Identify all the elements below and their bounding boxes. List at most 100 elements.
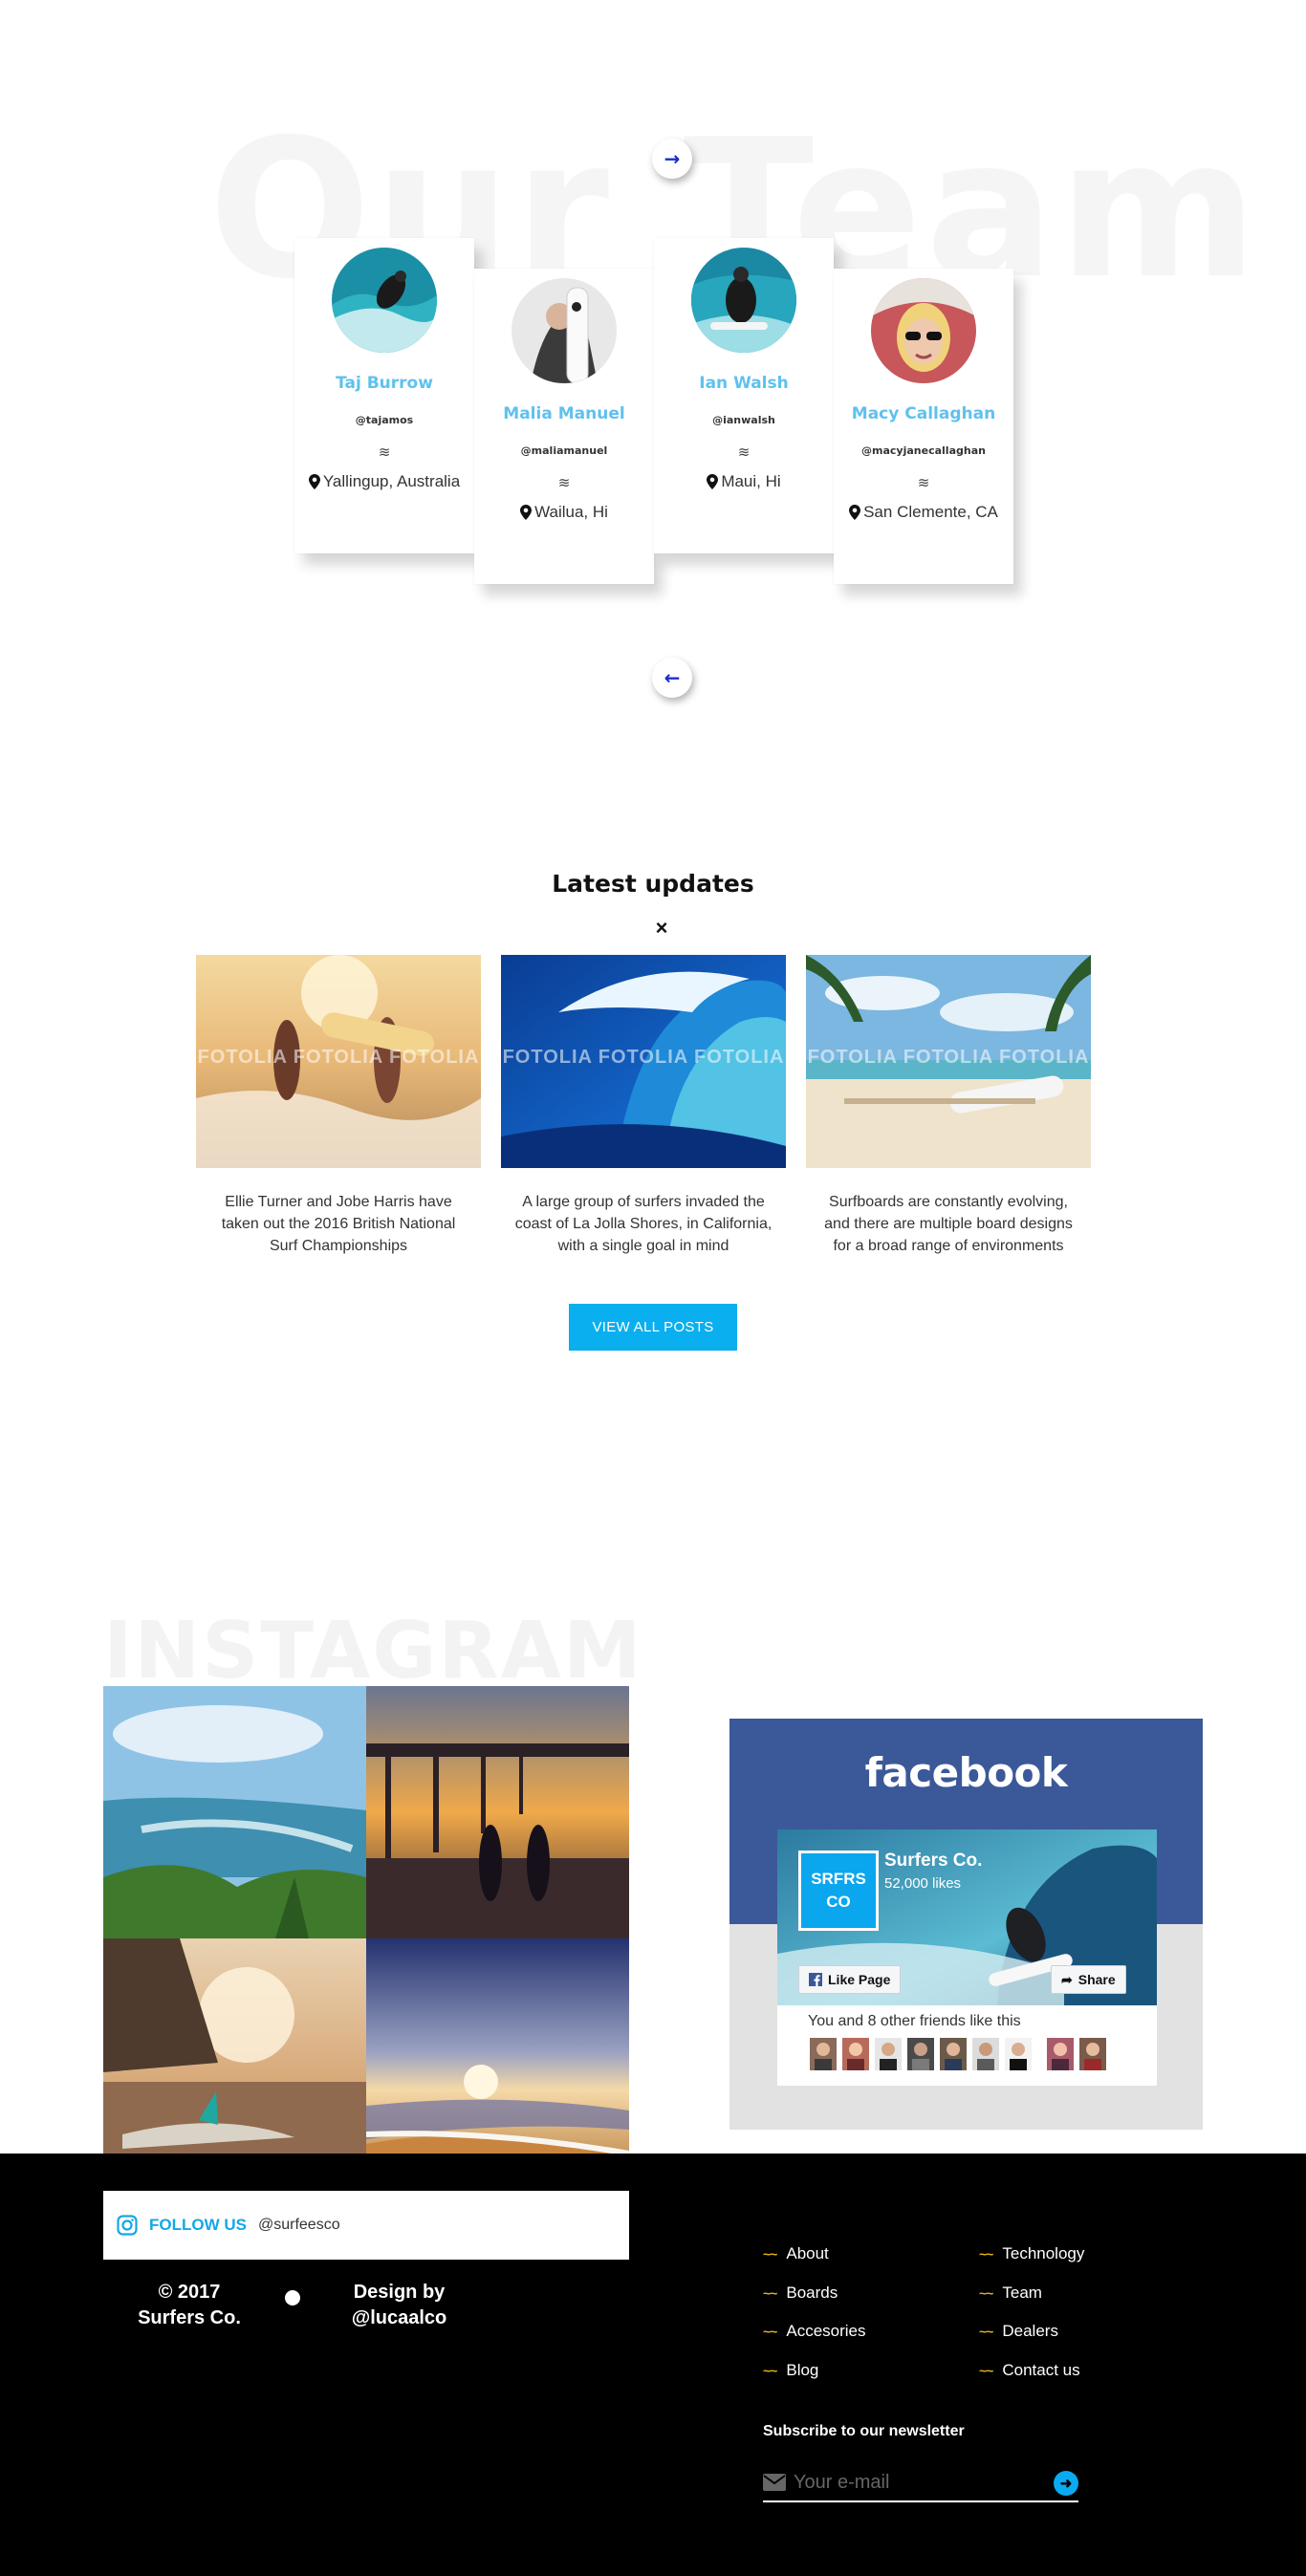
post-card[interactable]: FOTOLIA FOTOLIA FOTOLIA A large group of…	[501, 955, 786, 1257]
email-input[interactable]	[794, 2471, 1033, 2494]
member-name: Taj Burrow	[336, 374, 433, 393]
newsletter-form: ➜	[763, 2464, 1078, 2502]
friend-avatar[interactable]	[1047, 2038, 1074, 2070]
friend-avatar[interactable]	[875, 2038, 902, 2070]
friend-avatar[interactable]	[1079, 2038, 1106, 2070]
member-name: Malia Manuel	[503, 404, 625, 423]
arrow-right-icon: ➜	[1059, 2476, 1073, 2492]
member-location: San Clemente, CA	[834, 503, 1013, 522]
like-page-label: Like Page	[828, 1972, 891, 1987]
share-button[interactable]: ➦ Share	[1051, 1965, 1126, 1994]
design-credit[interactable]: Design by @lucaalco	[320, 2280, 478, 2331]
instagram-handle[interactable]: @surfeesco	[258, 2217, 340, 2234]
avatar	[512, 278, 617, 383]
footer-link-blog[interactable]: ~~ Blog	[763, 2361, 818, 2380]
copyright-text: © 2017 Surfers Co.	[138, 2282, 241, 2328]
facebook-page-plugin: SRFRS CO Surfers Co. 52,000 likes Like P…	[777, 1829, 1157, 2086]
post-excerpt: A large group of surfers invaded the coa…	[514, 1194, 773, 1254]
instagram-grid	[103, 1686, 629, 2191]
wave-icon: ~~	[979, 2363, 993, 2378]
team-card[interactable]: Ian Walsh @ianwalsh ≋ Maui, Hi	[654, 238, 834, 553]
member-handle: @ianwalsh	[712, 414, 775, 426]
footer-link-about[interactable]: ~~ About	[763, 2244, 829, 2263]
member-location: Yallingup, Australia	[294, 472, 474, 491]
footer-link-accesories[interactable]: ~~ Accesories	[763, 2322, 866, 2341]
watermark-text: FOTOLIA FOTOLIA FOTOLIA	[807, 1047, 1090, 1068]
team-section: Our Team → Taj Burrow @tajamos ≋ Yalling…	[0, 0, 1306, 784]
friend-avatar[interactable]	[972, 2038, 999, 2070]
team-card[interactable]: Macy Callaghan @macyjanecallaghan ≋ San …	[834, 269, 1013, 584]
location-text: San Clemente, CA	[863, 503, 998, 521]
wave-divider-icon: ≋	[917, 475, 930, 491]
wave-divider-icon: ≋	[378, 444, 391, 461]
subscribe-button[interactable]: ➜	[1054, 2471, 1078, 2496]
view-all-posts-button[interactable]: VIEW ALL POSTS	[569, 1304, 737, 1351]
instagram-photo[interactable]	[103, 1686, 366, 1938]
facebook-cover-image[interactable]: SRFRS CO Surfers Co. 52,000 likes Like P…	[777, 1829, 1157, 2005]
wave-icon: ~~	[763, 2285, 777, 2301]
team-prev-button[interactable]: ←	[652, 658, 692, 698]
wave-icon: ~~	[979, 2324, 993, 2339]
instagram-follow-bar[interactable]: FOLLOW US @surfeesco	[103, 2191, 629, 2260]
page-name[interactable]: Surfers Co.	[884, 1851, 982, 1872]
footer-separator-dot	[285, 2290, 300, 2305]
wave-icon: ~~	[763, 2324, 777, 2339]
friend-avatar[interactable]	[907, 2038, 934, 2070]
footer-link-label: Accesories	[786, 2322, 866, 2340]
team-card[interactable]: Taj Burrow @tajamos ≋ Yallingup, Austral…	[294, 238, 474, 553]
page-logo[interactable]: SRFRS CO	[798, 1851, 879, 1931]
watermark-text: FOTOLIA FOTOLIA FOTOLIA	[197, 1047, 480, 1068]
avatar	[871, 278, 976, 383]
friend-avatar[interactable]	[1005, 2038, 1032, 2070]
share-label: Share	[1077, 1972, 1116, 1987]
member-handle: @macyjanecallaghan	[861, 444, 986, 457]
wave-icon: ~~	[979, 2246, 993, 2262]
instagram-icon	[117, 2215, 138, 2236]
friend-avatar[interactable]	[842, 2038, 869, 2070]
share-icon: ➦	[1061, 1971, 1073, 1987]
follow-us-label[interactable]: FOLLOW US	[149, 2216, 247, 2235]
footer-link-label: Technology	[1002, 2244, 1085, 2262]
footer-link-label: Dealers	[1002, 2322, 1058, 2340]
avatar	[332, 248, 437, 353]
envelope-icon	[763, 2474, 786, 2491]
close-icon[interactable]: ×	[642, 916, 681, 941]
footer-link-dealers[interactable]: ~~ Dealers	[979, 2322, 1058, 2341]
member-location: Wailua, Hi	[474, 503, 654, 522]
post-image[interactable]: FOTOLIA FOTOLIA FOTOLIA	[806, 955, 1091, 1168]
post-image[interactable]: FOTOLIA FOTOLIA FOTOLIA	[196, 955, 481, 1168]
footer-link-team[interactable]: ~~ Team	[979, 2284, 1042, 2303]
post-card[interactable]: FOTOLIA FOTOLIA FOTOLIA Surfboards are c…	[806, 955, 1091, 1257]
location-pin-icon	[849, 505, 861, 520]
post-image[interactable]: FOTOLIA FOTOLIA FOTOLIA	[501, 955, 786, 1168]
wave-icon: ~~	[763, 2363, 777, 2378]
facebook-logo[interactable]: facebook	[729, 1749, 1203, 1796]
footer-link-technology[interactable]: ~~ Technology	[979, 2244, 1084, 2263]
friend-avatar[interactable]	[810, 2038, 837, 2070]
footer-link-label: Boards	[786, 2284, 838, 2302]
wave-icon: ~~	[763, 2246, 777, 2262]
location-text: Maui, Hi	[721, 472, 781, 490]
avatar	[691, 248, 796, 353]
footer-link-label: Contact us	[1002, 2361, 1080, 2379]
instagram-photo[interactable]	[366, 1686, 629, 1938]
member-location: Maui, Hi	[654, 472, 834, 491]
footer-link-label: Blog	[786, 2361, 819, 2379]
team-card[interactable]: Malia Manuel @maliamanuel ≋ Wailua, Hi	[474, 269, 654, 584]
footer-link-label: About	[786, 2244, 829, 2262]
footer-link-contact[interactable]: ~~ Contact us	[979, 2361, 1080, 2380]
post-card[interactable]: FOTOLIA FOTOLIA FOTOLIA Ellie Turner and…	[196, 955, 481, 1257]
watermark-text: FOTOLIA FOTOLIA FOTOLIA	[502, 1047, 785, 1068]
footer-link-boards[interactable]: ~~ Boards	[763, 2284, 838, 2303]
team-next-button[interactable]: →	[652, 139, 692, 179]
facebook-widget-box: facebook SRFRS CO Surfers Co. 52,000 lik…	[729, 1719, 1203, 2130]
newsletter-title: Subscribe to our newsletter	[763, 2423, 965, 2439]
instagram-background-title: INSTAGRAM	[103, 1606, 643, 1697]
like-page-button[interactable]: Like Page	[798, 1965, 902, 1994]
friend-avatar[interactable]	[940, 2038, 967, 2070]
member-handle: @maliamanuel	[520, 444, 608, 457]
friends-like-text: You and 8 other friends like this	[808, 2013, 1021, 2029]
footer-link-label: Team	[1002, 2284, 1042, 2302]
wave-divider-icon: ≋	[557, 475, 571, 491]
post-excerpt: Ellie Turner and Jobe Harris have taken …	[221, 1194, 456, 1254]
